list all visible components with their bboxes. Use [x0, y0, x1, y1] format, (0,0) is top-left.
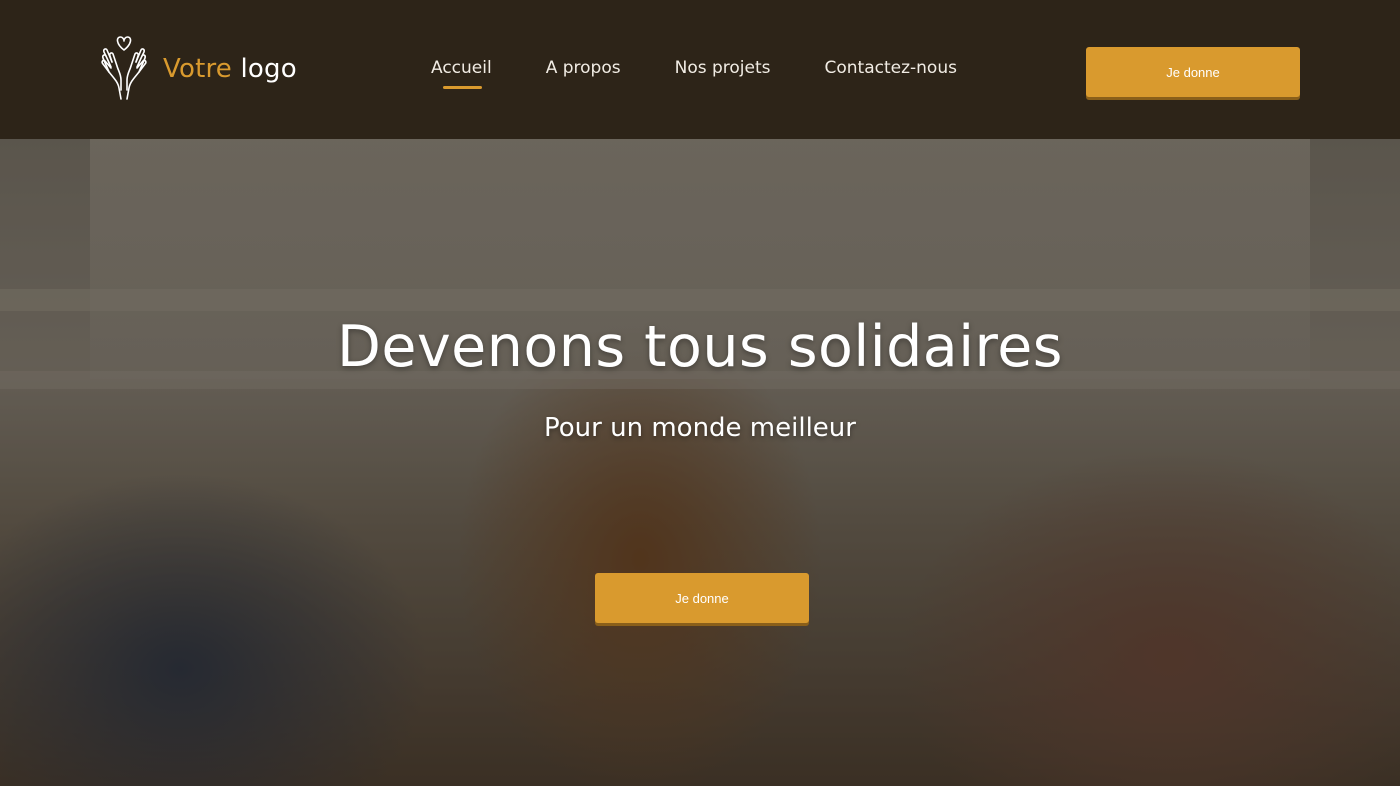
- nav-item-a-propos[interactable]: A propos: [546, 58, 621, 78]
- logo-text-plain: logo: [240, 54, 297, 84]
- logo-text: Votre logo: [163, 56, 297, 82]
- nav-item-accueil[interactable]: Accueil: [431, 58, 492, 89]
- hero-donate-button[interactable]: Je donne: [595, 573, 809, 623]
- site-header: Votre logo Accueil A propos Nos projets …: [0, 0, 1400, 139]
- nav-item-contactez-nous[interactable]: Contactez-nous: [825, 58, 957, 78]
- header-donate-button[interactable]: Je donne: [1086, 47, 1300, 97]
- nav-item-nos-projets[interactable]: Nos projets: [675, 58, 771, 78]
- hands-heart-icon: [101, 36, 147, 100]
- main-nav: Accueil A propos Nos projets Contactez-n…: [431, 58, 957, 89]
- hero-overlay: [0, 139, 1400, 786]
- logo[interactable]: Votre logo: [99, 36, 297, 102]
- hero-subtitle: Pour un monde meilleur: [544, 413, 856, 443]
- logo-text-accent: Votre: [163, 54, 232, 84]
- hero-title: Devenons tous solidaires: [336, 314, 1063, 380]
- hero-section: Devenons tous solidaires Pour un monde m…: [0, 139, 1400, 786]
